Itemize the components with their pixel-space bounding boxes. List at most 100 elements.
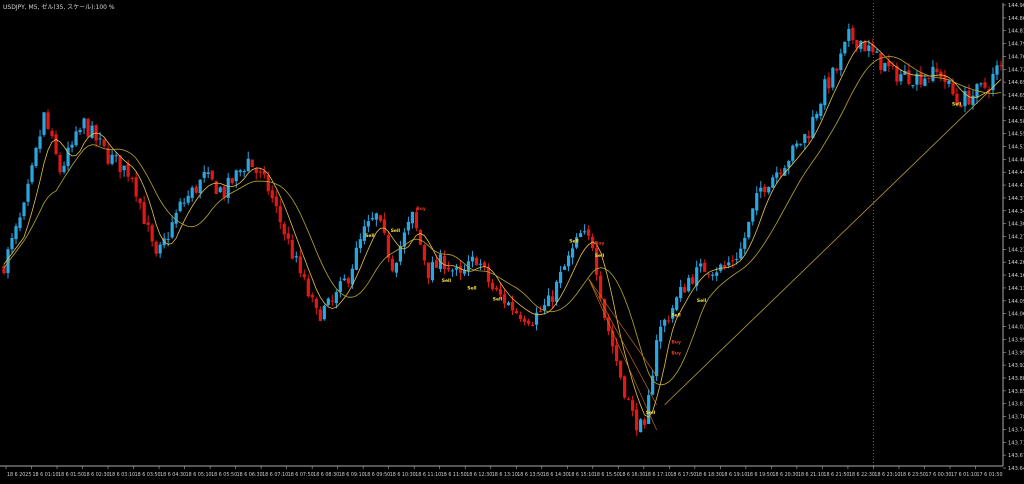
candle-body (246, 158, 250, 172)
x-tick-label: 18 6 21:50 (823, 472, 849, 478)
candle-body (38, 136, 42, 149)
x-tick-label: 18 6 06:30 (237, 472, 263, 478)
candle-body (875, 51, 879, 53)
candle-body (474, 257, 479, 266)
x-tick-label: 18 6 19:50 (747, 472, 773, 478)
y-tick-label: 144.060 (1008, 312, 1024, 318)
candle-body (562, 266, 567, 270)
candle-body (366, 221, 370, 227)
y-tick-label: 144.620 (1008, 106, 1024, 112)
candle-body (498, 289, 503, 295)
candle-body (126, 163, 130, 177)
candle-body (947, 80, 951, 84)
candle-body (42, 112, 46, 135)
candle-body (494, 287, 499, 290)
candle-body (767, 186, 771, 193)
y-tick-label: 144.235 (1008, 247, 1024, 253)
candle-body (442, 255, 447, 270)
candle-body (30, 165, 34, 183)
candle-body (14, 226, 18, 240)
candle-body (182, 202, 186, 204)
candle-body (178, 201, 182, 212)
candle-body (594, 247, 599, 275)
y-tick-label: 144.585 (1008, 119, 1024, 125)
candle-body (771, 177, 775, 188)
signal-label: Buy (671, 339, 681, 345)
candle-body (198, 179, 202, 194)
candle-body (538, 311, 543, 313)
candle-body (639, 419, 643, 433)
candle-body (775, 172, 779, 178)
candle-body (34, 147, 38, 167)
candle-body (675, 297, 679, 310)
y-tick-label: 144.900 (1008, 3, 1024, 9)
x-tick-label: 17 6 00:30 (925, 472, 951, 478)
candle-body (791, 145, 795, 161)
y-tick-label: 144.340 (1008, 209, 1024, 215)
candle-body (839, 53, 843, 71)
candle-body (270, 190, 274, 199)
candle-body (719, 264, 723, 271)
candle-body (250, 159, 254, 168)
candle-body (318, 309, 322, 321)
candle-body (727, 262, 731, 266)
candle-body (418, 229, 423, 245)
signal-label: Buy (416, 206, 426, 212)
candle-body (667, 320, 671, 322)
signal-label: Sell (365, 233, 375, 239)
candle-body (763, 186, 767, 193)
candle-body (927, 77, 931, 79)
candle-body (102, 139, 106, 147)
candle-body (406, 221, 411, 231)
candle-body (554, 281, 559, 302)
candle-body (346, 278, 350, 284)
candle-body (210, 170, 214, 180)
candle-body (831, 67, 835, 88)
y-tick-label: 143.850 (1008, 389, 1024, 395)
candle-body (502, 294, 507, 304)
candle-body (911, 85, 915, 87)
y-tick-label: 144.130 (1008, 286, 1024, 292)
x-tick-label: 18 6 21:10 (798, 472, 824, 478)
candle-body (342, 278, 346, 281)
x-tick-label: 18 6 15:50 (594, 472, 620, 478)
candle-body (823, 79, 827, 106)
x-tick-label: 18 6 23:10 (874, 472, 900, 478)
candle-body (166, 239, 170, 241)
candle-body (731, 260, 735, 262)
candle-body (751, 208, 755, 222)
candle-body (470, 256, 475, 262)
candle-body (711, 274, 715, 276)
candle-body (558, 271, 563, 284)
candle-body (78, 129, 82, 133)
price-chart[interactable]: Sell Sell Buy Sell Sell Sell Sell Buy Sell Sell Se… (0, 0, 1024, 484)
y-tick-label: 143.955 (1008, 350, 1024, 356)
candle-body (787, 161, 791, 168)
x-tick-label: 18 6 20:30 (772, 472, 798, 478)
signal-label: Sell (569, 239, 579, 245)
candle-body (542, 305, 547, 311)
candle-body (426, 262, 431, 279)
candle-body (266, 174, 270, 192)
candle-body (586, 229, 591, 236)
candle-body (422, 245, 427, 261)
candle-body (755, 193, 759, 211)
x-tick-label: 18 6 11:50 (441, 472, 467, 478)
signal-label: Sell (646, 410, 656, 416)
y-tick-label: 144.025 (1008, 325, 1024, 331)
x-tick-label: 18 6 18:30 (696, 472, 722, 478)
candle-body (74, 131, 78, 146)
candle-body (851, 27, 855, 41)
x-tick-label: 18 6 17:10 (645, 472, 671, 478)
candle-body (747, 221, 751, 238)
x-tick-label: 18 6 07:10 (262, 472, 288, 478)
x-tick-label: 18 6 17:50 (670, 472, 696, 478)
candle-body (294, 256, 298, 258)
candle-body (130, 177, 134, 179)
y-tick-label: 144.480 (1008, 157, 1024, 163)
candle-body (967, 90, 971, 105)
candle-body (919, 72, 923, 85)
candle-body (743, 237, 747, 249)
candle-body (174, 212, 178, 224)
candle-body (10, 238, 14, 250)
